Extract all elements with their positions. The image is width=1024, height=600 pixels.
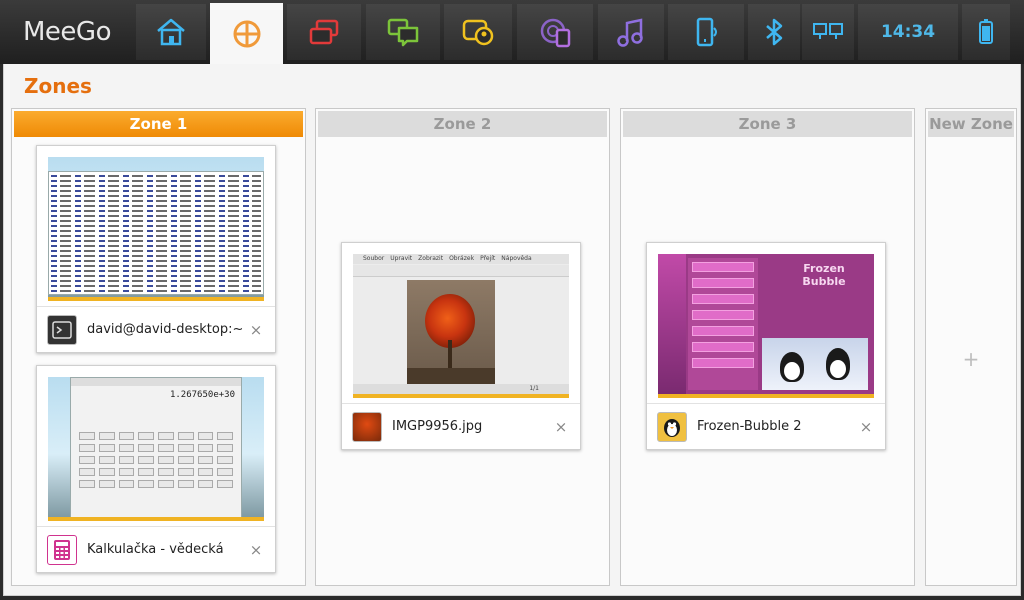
music-button[interactable] [598,4,664,60]
bluetooth-icon [766,18,783,46]
applications-icon [309,19,339,45]
zone-3[interactable]: Zone 3 Frozen Bubble Frozen-Bubble 2 × [620,108,915,586]
close-button[interactable]: × [245,321,267,339]
home-button[interactable] [136,4,206,60]
calculator-display: 1.267650e+30 [169,390,235,400]
close-button[interactable]: × [855,418,877,436]
window-card-calculator[interactable]: 1.267650e+30 Kalkulačka - vědecká × [36,365,276,573]
applications-button[interactable] [287,4,361,60]
menu-item: Přejít [480,255,496,262]
status-bar: 1/1 [353,384,569,394]
web-icon [540,18,571,48]
menu-item: Soubor [363,255,385,262]
close-button[interactable]: × [550,418,572,436]
devices-button[interactable] [668,4,744,60]
menu-item: Obrázek [449,255,475,262]
menu-item: Zobrazit [418,255,444,262]
penguin-icon [657,411,687,442]
zone-2[interactable]: Zone 2 Soubor Upravit Zobrazit Obrázek P… [315,108,610,586]
window-thumbnail[interactable]: Frozen Bubble [658,254,874,398]
zones-panel: Zones Zone 1 david@david-desktop:~ × 1.2… [3,64,1021,596]
messaging-icon [387,18,419,47]
window-title: Kalkulačka - vědecká [87,542,224,557]
top-panel: MeeGo 14:34 [0,0,1024,64]
page-title: Zones [24,74,92,98]
web-button[interactable] [517,4,593,60]
window-card-image-viewer[interactable]: Soubor Upravit Zobrazit Obrázek Přejít N… [341,242,581,450]
calculator-icon [47,534,77,565]
zone-1[interactable]: Zone 1 david@david-desktop:~ × 1.267650e… [11,108,306,586]
window-title: Frozen-Bubble 2 [697,419,802,434]
window-card-terminal[interactable]: david@david-desktop:~ × [36,145,276,353]
window-thumbnail[interactable]: Soubor Upravit Zobrazit Obrázek Přejít N… [353,254,569,398]
zone-header[interactable]: New Zone [928,111,1014,137]
image-icon [352,411,382,442]
menu-item: Upravit [390,255,413,262]
menu-item: Nápověda [501,255,532,262]
window-thumbnail[interactable] [48,157,264,301]
clock[interactable]: 14:34 [858,4,958,60]
people-icon [462,19,494,46]
zones-icon [233,20,260,47]
window-thumbnail[interactable]: 1.267650e+30 [48,377,264,521]
window-card-frozen-bubble[interactable]: Frozen Bubble Frozen-Bubble 2 × [646,242,886,450]
messaging-button[interactable] [366,4,440,60]
devices-icon [696,17,717,47]
close-button[interactable]: × [245,541,267,559]
meego-logo: MeeGo [23,17,111,47]
network-button[interactable] [802,4,854,60]
zones-button[interactable] [210,3,283,64]
bluetooth-button[interactable] [748,4,800,60]
photo [407,280,495,384]
music-icon [617,18,643,47]
battery-button[interactable] [962,4,1010,60]
battery-icon [979,19,993,44]
network-icon [813,23,843,39]
zone-header[interactable]: Zone 3 [623,111,912,137]
zone-header[interactable]: Zone 1 [14,111,303,137]
add-zone-icon[interactable]: + [926,347,1016,371]
zone-header[interactable]: Zone 2 [318,111,607,137]
window-title: IMGP9956.jpg [392,419,483,434]
game-logo: Frozen Bubble [802,262,846,288]
people-button[interactable] [444,4,512,60]
new-zone[interactable]: New Zone + [925,108,1017,586]
home-icon [157,18,185,46]
terminal-icon [47,314,77,345]
window-title: david@david-desktop:~ [87,322,244,337]
